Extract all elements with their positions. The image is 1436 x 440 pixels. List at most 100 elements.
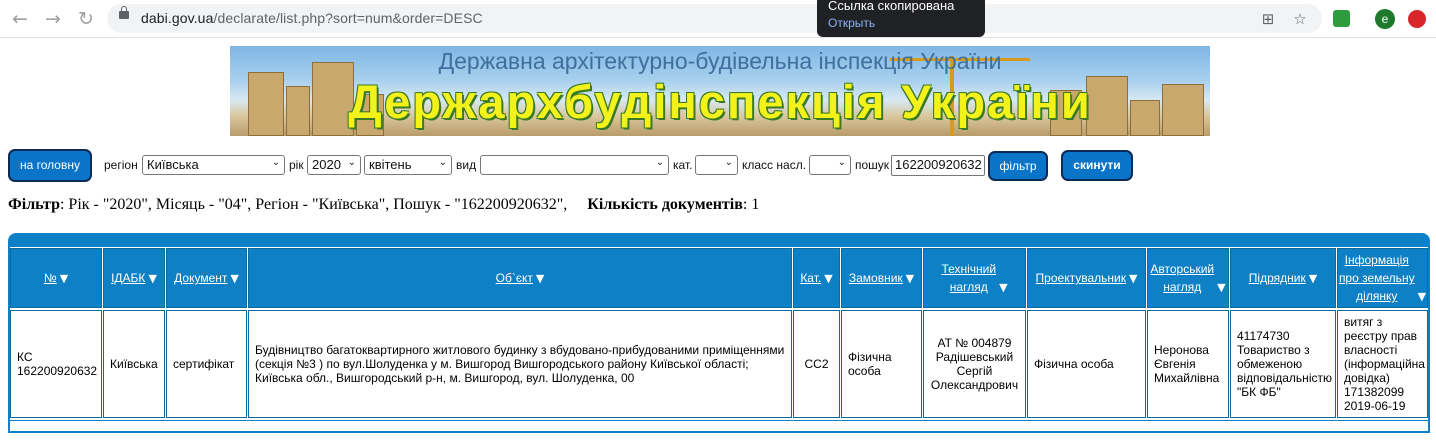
column-header-object[interactable]: Об`єкт ▼ bbox=[248, 248, 792, 308]
url-path: /declarate/list.php?sort=num&order=DESC bbox=[213, 10, 483, 26]
sort-desc-icon: ▼ bbox=[230, 271, 239, 285]
chevron-down-icon: ⌄ bbox=[655, 157, 664, 168]
cell-customer: Фізична особа bbox=[841, 310, 922, 418]
reload-icon[interactable]: ↻ bbox=[75, 8, 97, 30]
class-select[interactable]: ⌄ bbox=[809, 155, 851, 175]
cell-category: СС2 bbox=[793, 310, 840, 418]
toast-open-link[interactable]: Открыть bbox=[828, 16, 875, 30]
cell-author-supervision: Неронова Євгенія Михайлівна bbox=[1147, 310, 1229, 418]
column-header-tech-supervision[interactable]: Технічний нагляд ▼ bbox=[923, 248, 1026, 308]
chevron-down-icon: ⌄ bbox=[271, 157, 280, 168]
column-header-num[interactable]: № ▼ bbox=[10, 248, 102, 308]
column-header-label[interactable]: Проектувальник bbox=[1036, 269, 1126, 287]
document-count-label: Кількість документів bbox=[587, 196, 743, 213]
year-select[interactable]: 2020 ⌄ bbox=[307, 155, 361, 175]
chevron-down-icon: ⌄ bbox=[837, 157, 846, 168]
category-select[interactable]: ⌄ bbox=[695, 155, 738, 175]
translate-icon[interactable]: ⊞ bbox=[1259, 10, 1277, 28]
sort-desc-icon: ▼ bbox=[999, 280, 1008, 294]
bookmark-star-icon[interactable]: ☆ bbox=[1291, 10, 1309, 28]
reset-button[interactable]: скинути bbox=[1061, 150, 1133, 181]
address-bar[interactable]: dabi.gov.ua/declarate/list.php?sort=num&… bbox=[107, 4, 1322, 33]
class-label: класс насл. bbox=[742, 158, 807, 172]
region-label: регіон bbox=[104, 158, 138, 172]
month-select[interactable]: квітень ⌄ bbox=[364, 155, 452, 175]
extension-icon[interactable] bbox=[1333, 10, 1350, 27]
column-header-line2[interactable]: нагляд bbox=[950, 280, 988, 294]
site-banner: Державна архітектурно-будівельна інспекц… bbox=[230, 46, 1210, 136]
document-count-value: : 1 bbox=[742, 196, 760, 213]
column-header-customer[interactable]: Замовник ▼ bbox=[841, 248, 922, 308]
column-header-label[interactable]: Технічний нагляд bbox=[941, 260, 996, 296]
cell-designer: Фізична особа bbox=[1027, 310, 1146, 418]
sort-desc-icon: ▼ bbox=[1308, 271, 1318, 285]
column-header-line1[interactable]: Інформація bbox=[1345, 253, 1409, 267]
update-icon[interactable] bbox=[1408, 10, 1426, 28]
column-header-line2[interactable]: про земельну bbox=[1339, 271, 1415, 285]
table-bottom-border bbox=[10, 420, 1428, 421]
filter-button[interactable]: фільтр bbox=[988, 151, 1048, 181]
column-header-author-supervision[interactable]: Авторський нагляд ▼ bbox=[1147, 248, 1229, 308]
column-header-label[interactable]: № bbox=[44, 269, 57, 287]
column-header-label[interactable]: Інформація про земельну ділянку bbox=[1339, 251, 1415, 305]
forward-icon[interactable]: → bbox=[42, 8, 64, 30]
cell-idabk: Київська bbox=[103, 310, 165, 418]
sort-desc-icon: ▼ bbox=[1128, 271, 1138, 285]
filter-summary-label: Фільтр bbox=[8, 196, 60, 213]
column-header-label[interactable]: Авторський нагляд bbox=[1150, 260, 1214, 296]
banner-subtitle: Державна архітектурно-будівельна інспекц… bbox=[438, 48, 1002, 74]
profile-avatar[interactable]: e bbox=[1375, 9, 1395, 29]
column-header-designer[interactable]: Проектувальник ▼ bbox=[1027, 248, 1146, 308]
region-value: Київська bbox=[147, 157, 199, 172]
cell-document: сертифікат bbox=[166, 310, 247, 418]
chevron-down-icon: ⌄ bbox=[347, 157, 356, 168]
back-icon[interactable]: ← bbox=[9, 8, 31, 30]
url-host: dabi.gov.ua bbox=[141, 10, 214, 26]
cell-tech-supervision: АТ № 004879 Радішевський Сергій Олександ… bbox=[923, 310, 1026, 418]
category-label: кат. bbox=[673, 158, 693, 172]
column-header-label[interactable]: Об`єкт bbox=[496, 269, 533, 287]
year-label: рік bbox=[289, 158, 304, 172]
column-header-label[interactable]: Документ bbox=[174, 269, 227, 287]
lock-icon[interactable] bbox=[119, 6, 129, 19]
month-value: квітень bbox=[369, 157, 412, 172]
filter-summary-text: : Рік - "2020", Місяць - "04", Регіон - … bbox=[59, 196, 588, 213]
column-header-label[interactable]: Підрядник bbox=[1249, 269, 1306, 287]
column-header-line3[interactable]: ділянку bbox=[1356, 289, 1397, 303]
column-header-document[interactable]: Документ ▼ bbox=[166, 248, 247, 308]
cell-object: Будівництво багатоквартирного житлового … bbox=[248, 310, 792, 418]
search-input[interactable]: 162200920632 bbox=[891, 155, 985, 176]
region-select[interactable]: Київська ⌄ bbox=[142, 155, 285, 175]
banner-title: Держархбудінспекція України bbox=[348, 75, 1092, 128]
browser-toolbar: ← → ↻ dabi.gov.ua/declarate/list.php?sor… bbox=[0, 0, 1436, 38]
column-header-label[interactable]: ІДАБК bbox=[111, 269, 145, 287]
home-button[interactable]: на головну bbox=[8, 149, 92, 182]
sort-desc-icon: ▼ bbox=[1417, 289, 1427, 303]
url-text[interactable]: dabi.gov.ua/declarate/list.php?sort=num&… bbox=[141, 10, 483, 26]
filter-summary: Фільтр: Рік - "2020", Місяць - "04", Рег… bbox=[8, 196, 759, 214]
chevron-down-icon: ⌄ bbox=[438, 157, 447, 168]
sort-desc-icon: ▼ bbox=[1217, 280, 1226, 294]
chevron-down-icon: ⌄ bbox=[724, 157, 733, 168]
sort-desc-icon: ▼ bbox=[59, 271, 69, 285]
cell-land-info: витяг з реєстру прав власності (інформац… bbox=[1337, 310, 1428, 418]
column-header-land-info[interactable]: Інформація про земельну ділянку ▼ bbox=[1337, 248, 1428, 308]
search-label: пошук bbox=[855, 158, 890, 172]
sort-desc-icon: ▼ bbox=[905, 271, 915, 285]
column-header-line1[interactable]: Авторський bbox=[1150, 262, 1214, 276]
type-label: вид bbox=[456, 158, 477, 172]
column-header-idabk[interactable]: ІДАБК ▼ bbox=[103, 248, 165, 308]
copied-toast: Ссылка скопирована Открыть bbox=[817, 0, 985, 37]
column-header-label[interactable]: Кат. bbox=[800, 269, 821, 287]
column-header-line2[interactable]: нагляд bbox=[1163, 280, 1201, 294]
column-header-category[interactable]: Кат. ▼ bbox=[793, 248, 840, 308]
type-select[interactable]: ⌄ bbox=[480, 155, 669, 175]
column-header-line1[interactable]: Технічний bbox=[941, 262, 996, 276]
sort-desc-icon: ▼ bbox=[148, 271, 157, 285]
sort-desc-icon: ▼ bbox=[824, 271, 833, 285]
column-header-label[interactable]: Замовник bbox=[849, 269, 903, 287]
year-value: 2020 bbox=[312, 157, 341, 172]
sort-desc-icon: ▼ bbox=[535, 271, 545, 285]
toast-title: Ссылка скопирована bbox=[828, 0, 955, 13]
column-header-contractor[interactable]: Підрядник ▼ bbox=[1230, 248, 1336, 308]
